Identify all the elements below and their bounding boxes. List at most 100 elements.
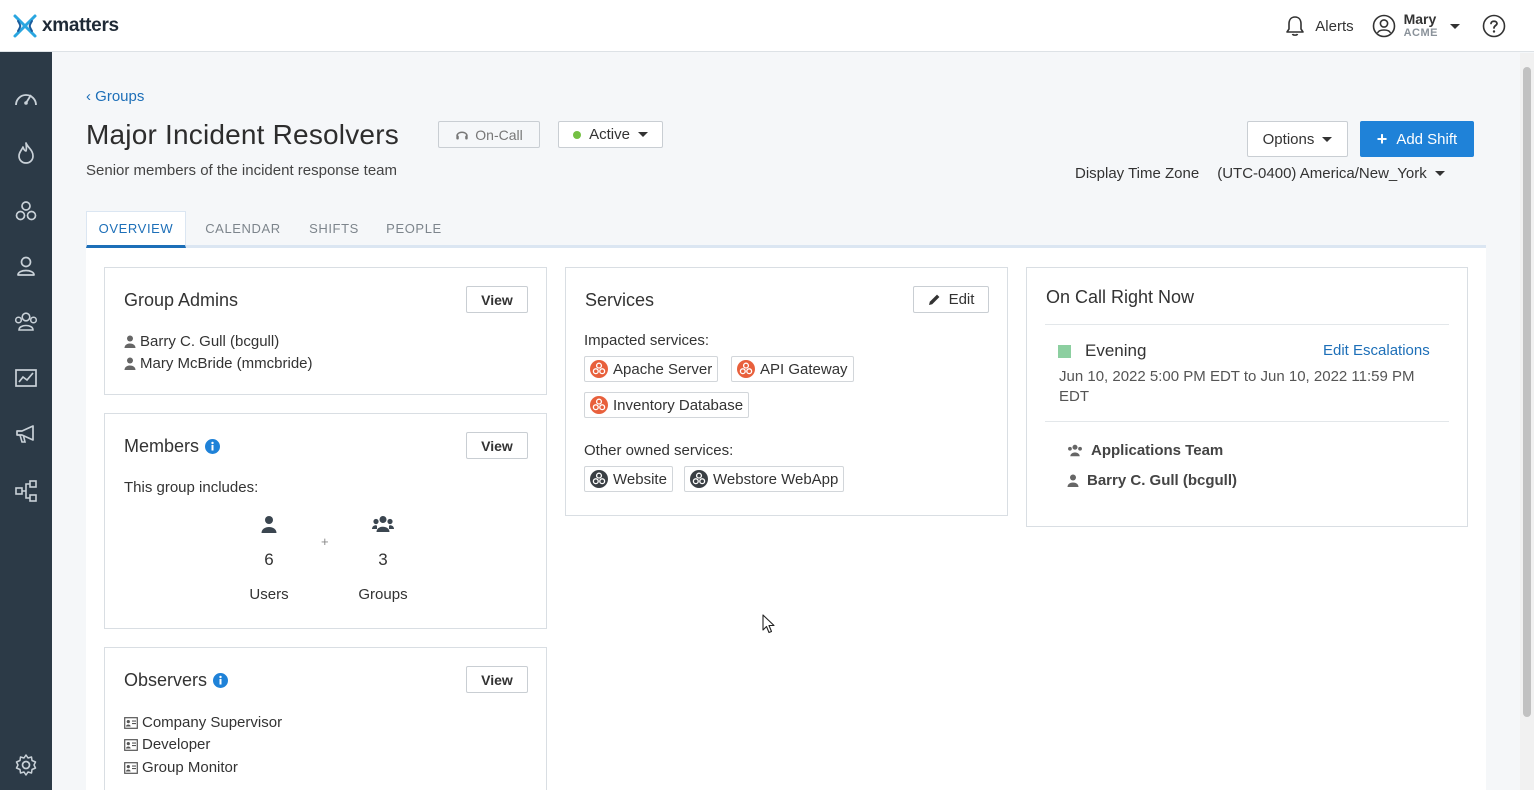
shift-name: Evening	[1058, 341, 1146, 361]
users-count: 6 Users	[229, 515, 309, 603]
id-card-icon	[124, 716, 138, 729]
service-chip-apache-server[interactable]: Apache Server	[584, 356, 719, 382]
oncall-button[interactable]: On-Call	[438, 121, 540, 148]
breadcrumb-groups-link[interactable]: Groups	[95, 88, 144, 105]
help-icon[interactable]	[1482, 14, 1506, 38]
divider	[1045, 324, 1449, 325]
service-chip-inventory-database[interactable]: Inventory Database	[584, 392, 750, 418]
sidebar-item-messaging[interactable]	[0, 414, 52, 454]
plus-icon: +	[1376, 128, 1388, 149]
edit-label: Edit	[948, 291, 975, 308]
options-button[interactable]: Options	[1247, 121, 1348, 157]
options-label: Options	[1262, 130, 1315, 148]
oncall-label: On-Call	[475, 126, 523, 143]
alerts-label: Alerts	[1315, 17, 1354, 35]
observer-role-name: Group Monitor	[142, 759, 238, 776]
sidebar-item-workflows[interactable]	[0, 471, 52, 511]
scrollbar-thumb[interactable]	[1523, 67, 1531, 717]
service-chip-api-gateway[interactable]: API Gateway	[731, 356, 854, 382]
user-icon	[124, 357, 136, 370]
observer-role-name: Company Supervisor	[142, 714, 283, 731]
add-shift-label: Add Shift	[1396, 130, 1458, 148]
impacted-service-icon	[590, 396, 608, 414]
services-icon	[15, 201, 37, 221]
service-chip-webstore-webapp[interactable]: Webstore WebApp	[684, 466, 845, 492]
dashboard-icon	[15, 94, 37, 106]
members-title: Members	[124, 436, 221, 457]
alerts-button[interactable]: Alerts	[1285, 15, 1354, 37]
main-content: ‹ Groups Major Incident Resolvers On-Cal…	[52, 53, 1520, 790]
group-admins-title: Group Admins	[124, 290, 239, 310]
admin-name: Mary McBride (mmcbride)	[140, 355, 313, 372]
impacted-services-label: Impacted services:	[584, 332, 710, 349]
service-chip-website[interactable]: Website	[584, 466, 673, 492]
tab-shifts[interactable]: SHIFTS	[296, 211, 372, 248]
service-name: Webstore WebApp	[713, 470, 839, 488]
members-card: Members View This group includes: 6 User…	[104, 413, 547, 629]
observer-role-item: Group Monitor	[124, 759, 238, 776]
user-org: ACME	[1403, 27, 1438, 39]
groups-icon	[14, 312, 38, 331]
members-plus-separator: +	[321, 534, 329, 549]
chevron-down-icon[interactable]	[1434, 171, 1445, 176]
services-edit-button[interactable]: Edit	[913, 286, 989, 313]
page-scrollbar[interactable]	[1520, 53, 1534, 790]
overview-panel: Group Admins View Barry C. Gull (bcgull)…	[86, 248, 1486, 790]
observers-card: Observers View Company Supervisor Develo…	[104, 647, 547, 790]
pencil-icon	[928, 294, 939, 305]
oncall-member-group[interactable]: Applications Team	[1067, 442, 1223, 459]
app-name: xmatters	[42, 14, 119, 36]
oncall-member-user[interactable]: Barry C. Gull (bcgull)	[1067, 472, 1237, 489]
info-icon[interactable]	[205, 439, 221, 454]
workflows-icon	[15, 480, 37, 502]
group-description: Senior members of the incident response …	[86, 162, 397, 179]
add-shift-button[interactable]: + Add Shift	[1360, 121, 1474, 157]
groups-count-value: 3	[378, 550, 388, 569]
status-dropdown[interactable]: Active	[558, 121, 663, 148]
sidebar	[0, 52, 52, 790]
shift-color-swatch	[1058, 344, 1071, 358]
breadcrumb[interactable]: ‹ Groups	[86, 88, 144, 105]
sidebar-item-users[interactable]	[0, 246, 52, 286]
timezone-label: Display Time Zone	[1075, 165, 1200, 182]
group-admins-card: Group Admins View Barry C. Gull (bcgull)…	[104, 267, 547, 395]
users-count-label: Users	[249, 586, 289, 603]
timezone-dropdown[interactable]: (UTC-0400) America/New_York	[1217, 165, 1427, 182]
tab-overview[interactable]: OVERVIEW	[86, 211, 186, 248]
observers-view-button[interactable]: View	[466, 666, 528, 693]
members-view-button[interactable]: View	[466, 432, 528, 459]
sidebar-item-services[interactable]	[0, 191, 52, 231]
group-admins-view-button[interactable]: View	[466, 286, 528, 313]
tab-people[interactable]: PEOPLE	[376, 211, 452, 248]
id-card-icon	[124, 761, 138, 774]
user-menu[interactable]: Mary ACME	[1372, 12, 1460, 40]
sidebar-item-dashboard[interactable]	[0, 78, 52, 118]
sidebar-item-incidents[interactable]	[0, 133, 52, 173]
tab-calendar[interactable]: CALENDAR	[190, 211, 296, 248]
sidebar-item-settings[interactable]	[0, 745, 52, 785]
edit-escalations-link[interactable]: Edit Escalations	[1323, 342, 1430, 359]
shift-time-range: Jun 10, 2022 5:00 PM EDT to Jun 10, 2022…	[1059, 368, 1415, 405]
observer-role-item: Developer	[124, 736, 210, 753]
observers-title-text: Observers	[124, 670, 208, 690]
chevron-down-icon	[1450, 23, 1460, 29]
id-card-icon	[124, 738, 138, 751]
sidebar-item-groups[interactable]	[0, 302, 52, 342]
xmatters-logo-icon	[13, 14, 37, 37]
user-icon	[261, 516, 277, 533]
user-name: Mary	[1403, 11, 1437, 27]
sidebar-item-reports[interactable]	[0, 358, 52, 398]
services-card: Services Edit Impacted services: Apache …	[565, 267, 1008, 516]
headset-icon	[456, 131, 469, 139]
groups-count-label: Groups	[358, 586, 408, 603]
services-title: Services	[585, 290, 655, 310]
owned-service-icon	[590, 470, 608, 488]
service-name: Inventory Database	[613, 396, 744, 414]
user-icon	[1067, 474, 1079, 487]
bell-icon	[1286, 16, 1305, 36]
timezone-selector: Display Time Zone (UTC-0400) America/New…	[1075, 165, 1445, 182]
info-icon[interactable]	[213, 673, 229, 688]
observer-role-item: Company Supervisor	[124, 714, 282, 731]
app-logo[interactable]: xmatters	[12, 13, 119, 39]
members-title-text: Members	[124, 436, 200, 456]
